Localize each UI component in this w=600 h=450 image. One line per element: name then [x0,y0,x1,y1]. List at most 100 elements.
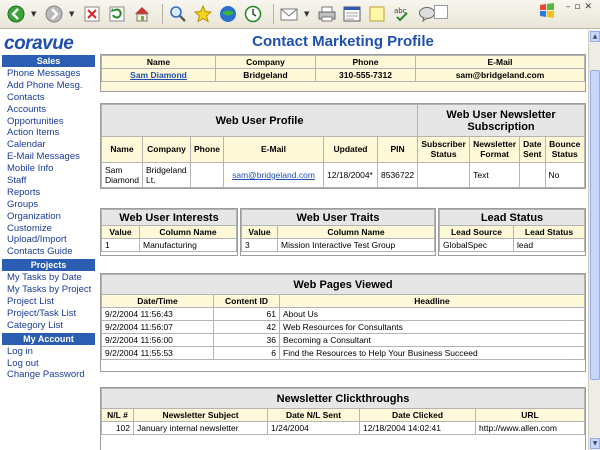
logo-text: coravue [4,33,74,54]
contact-header-email: E-Mail [415,55,585,69]
back-icon[interactable] [6,4,26,24]
address-favicon-icon [434,5,448,19]
forward-icon[interactable] [44,4,64,24]
profile-header-updated: Updated [323,136,378,163]
click-header-nl: N/L # [101,408,134,422]
sidebar-sales-item[interactable]: Staff [0,175,97,187]
sidebar-sales-item[interactable]: Opportunities [0,116,97,128]
sidebar-sales-item[interactable]: Contacts [0,92,97,104]
page-title: Contact Marketing Profile [252,33,434,50]
click-header-date-clicked: Date Clicked [359,408,476,422]
sidebar-sales-item[interactable]: Customize [0,223,97,235]
window-controls[interactable]: –▫✕ [566,2,596,12]
scroll-down-icon[interactable]: ▼ [590,438,600,449]
table-cell: 9/2/2004 11:56:43 [101,307,214,321]
table-cell: 1/24/2004 [267,421,360,435]
sidebar-projects-item[interactable]: My Tasks by Project [0,284,97,296]
contact-name-link[interactable]: Sam Diamond [130,70,187,80]
sidebar-sales-item[interactable]: Contacts Guide [0,246,97,258]
coravue-logo[interactable]: coravue [0,30,97,54]
spellcheck-icon[interactable]: abc [392,4,412,24]
media-icon[interactable] [218,4,238,24]
lead-status-value: lead [513,238,585,252]
sidebar-sales-item[interactable]: Action Items [0,127,97,139]
sidebar-projects-item[interactable]: Project List [0,296,97,308]
traits-title: Web User Traits [241,209,435,226]
table-cell: 9/2/2004 11:56:07 [101,320,214,334]
contact-email: sam@bridgeland.com [415,68,585,82]
table-cell: Becoming a Consultant [279,333,585,347]
web-user-profile-title: Web User Profile [100,104,419,137]
refresh-icon[interactable] [107,4,127,24]
projects-menu: My Tasks by Date My Tasks by Project Proje… [0,272,97,331]
profile-header-email: E-Mail [223,136,324,163]
sidebar-sales-item[interactable]: Reports [0,187,97,199]
table-cell: 12/18/2004 14:02:41 [359,421,476,435]
sidebar-projects-item[interactable]: Category List [0,320,97,332]
table-cell: 9/2/2004 11:55:53 [101,346,214,360]
interests-header-value: Value [101,225,140,239]
web-user-interests-panel: Web User Interests Value Column Name 1 M… [100,208,238,256]
sidebar-sales-item[interactable]: Calendar [0,139,97,151]
forward-dropdown-icon[interactable]: ▼ [69,10,77,18]
account-menu: Log in Log out Change Password [0,346,97,382]
contact-summary: Name Company Phone E-Mail Sam Diamond Br… [100,54,586,92]
sidebar-sales-item[interactable]: Accounts [0,104,97,116]
sidebar-sales-item[interactable]: Organization [0,211,97,223]
interests-column: Manufacturing [139,238,237,252]
discuss-icon[interactable] [367,4,387,24]
lead-status-panel: Lead Status Lead Source Lead Status Glob… [438,208,586,256]
contact-phone: 310-555-7312 [315,68,416,82]
mail-icon[interactable] [279,4,299,24]
table-cell: 42 [213,320,280,334]
profile-phone [190,161,224,188]
print-icon[interactable] [317,4,337,24]
sidebar-projects-item[interactable]: Project/Task List [0,308,97,320]
favorites-icon[interactable] [193,4,213,24]
sidebar-account-item[interactable]: Log out [0,358,97,370]
table-cell: 61 [213,307,280,321]
newsletter-clickthroughs-panel: Newsletter Clickthroughs N/L # Newslette… [100,387,586,450]
profile-updated: 12/18/2004* [323,161,378,188]
mail-dropdown-icon[interactable]: ▼ [304,10,312,18]
web-pages-viewed-panel: Web Pages Viewed Date/Time Content ID He… [100,273,586,372]
profile-email-link[interactable]: sam@bridgeland.com [232,170,315,180]
scroll-up-icon[interactable]: ▲ [590,31,600,42]
sidebar-account-item[interactable]: Change Password [0,369,97,381]
sidebar-account-item[interactable]: Log in [0,346,97,358]
sidebar-sales-item[interactable]: Mobile Info [0,163,97,175]
sidebar-sales-item[interactable]: Add Phone Mesg. [0,80,97,92]
sidebar-sales-item[interactable]: Upload/Import [0,234,97,246]
history-icon[interactable] [243,4,263,24]
newsletter-subscription-title: Web User Newsletter Subscription [417,104,585,137]
table-cell: 9/2/2004 11:56:00 [101,333,214,347]
search-icon[interactable] [168,4,188,24]
vertical-scrollbar[interactable]: ▲ ▼ [588,30,600,450]
profile-header-company: Company [142,136,192,163]
scrollbar-thumb[interactable] [590,70,600,380]
contact-header-phone: Phone [315,55,416,69]
sidebar-sales-item[interactable]: Phone Messages [0,68,97,80]
edit-icon[interactable] [342,4,362,24]
sidebar-projects-item[interactable]: My Tasks by Date [0,272,97,284]
lead-status-title: Lead Status [439,209,585,226]
table-row: 9/2/2004 11:55:53 6 Find the Resources to … [101,346,585,360]
subscription-format: Text [469,161,521,188]
sidebar-header-account: My Account [2,332,95,345]
profile-pin: 8536722 [376,161,419,188]
profile-company: Bridgeland Lt. [142,161,192,188]
profile-header-phone: Phone [190,136,224,163]
subscription-bounce: No [544,161,586,188]
table-cell: January internal newsletter [133,421,268,435]
table-cell: 6 [213,346,280,360]
traits-value: 3 [241,238,278,252]
home-icon[interactable] [132,4,152,24]
sidebar-sales-item[interactable]: E-Mail Messages [0,151,97,163]
sidebar: coravue Sales Phone Messages Add Phone Me… [0,30,97,450]
browser-toolbar: ▼ ▼ ▼ abc –▫✕ [0,0,600,29]
stop-icon[interactable] [82,4,102,24]
subscription-date-sent [519,161,546,188]
back-dropdown-icon[interactable]: ▼ [31,10,39,18]
subscription-header-format: Newsletter Format [469,136,521,163]
sidebar-sales-item[interactable]: Groups [0,199,97,211]
